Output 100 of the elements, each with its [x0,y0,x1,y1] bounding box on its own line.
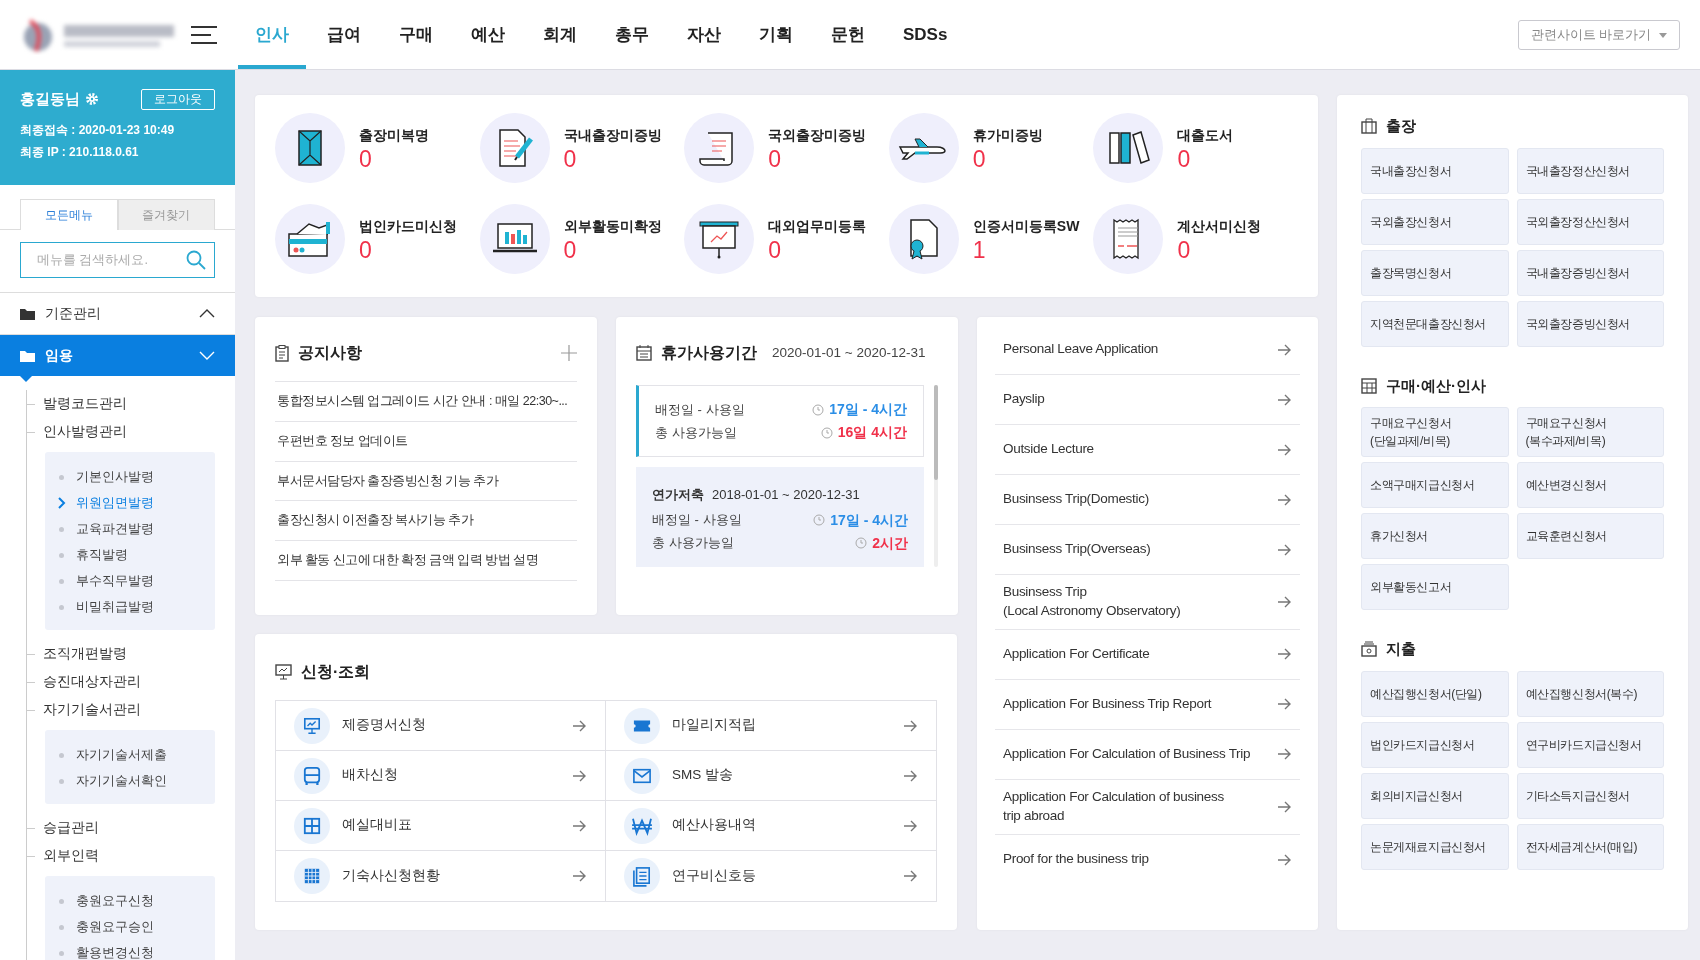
clock-icon [820,426,833,439]
bullet-icon [59,552,64,558]
stat-count[interactable]: 0 [563,237,662,265]
submenu-item[interactable]: 휴직발령 [76,545,128,565]
menu-item[interactable]: 조직개편발령 [27,640,235,668]
form-button[interactable]: 국내출장정산신청서 [1516,147,1664,194]
leave-value: 16일 4시간 [837,423,907,442]
form-button[interactable]: 휴가신청서 [1361,513,1509,559]
stat-count[interactable]: 0 [1177,146,1234,174]
notice-link[interactable]: 우편번호 정보 업데이트 [277,431,408,451]
nav-tab[interactable]: 급여 [310,4,378,69]
submenu-item[interactable]: 자기기술서제출 [76,745,167,765]
stat-count[interactable]: 0 [563,146,662,174]
menu-item[interactable]: 승진대상자관리 [27,668,235,696]
form-button[interactable]: 연구비카드지급신청서 [1516,721,1664,768]
quick-link[interactable]: Payslip [995,375,1300,425]
form-button[interactable]: 국외출장정산신청서 [1516,198,1664,245]
apply-link[interactable]: 마일리지적립 [606,701,936,751]
document-pen-icon [479,113,550,183]
apply-link[interactable]: 제증명서신청 [276,701,606,751]
menu-item[interactable]: 발령코드관리 [27,390,235,418]
nav-tab[interactable]: 문헌 [814,4,882,69]
nav-tab[interactable]: 총무 [598,4,666,69]
form-button[interactable]: 국내출장신청서 [1361,147,1509,194]
quick-link[interactable]: Application For Calculation of business trip abroad [995,779,1300,835]
related-sites-dropdown[interactable]: 관련사이트 바로가기 [1517,20,1680,50]
form-button[interactable]: 예산집행신청서(복수) [1516,670,1664,717]
notice-link[interactable]: 부서문서담당자 출장증빙신청 기능 추가 [277,471,499,491]
submenu-item[interactable]: 비밀취급발령 [76,597,154,617]
quick-link[interactable]: Outside Lecture [995,425,1300,475]
apply-link[interactable]: 예산사용내역 [606,801,936,851]
quick-link[interactable]: Application For Calculation of Business Trip [995,729,1300,780]
quick-link[interactable]: Businsess Trip (Local Astronomy Observatory) [995,575,1300,630]
plus-icon[interactable] [561,345,577,361]
apply-link[interactable]: 연구비신호등 [606,851,936,901]
stat-count[interactable]: 0 [768,237,867,265]
stat-count[interactable]: 0 [768,146,867,174]
section-title: 출장 [1386,116,1416,136]
form-button[interactable]: 외부활동신고서 [1361,564,1509,610]
form-button[interactable]: 전자세금계산서(매입) [1516,823,1664,870]
menu-item[interactable]: 인사발령관리 [27,418,235,446]
menu-icon[interactable] [190,24,218,45]
stat-count[interactable]: 0 [359,146,429,174]
form-button[interactable]: 국내출장증빙신청서 [1516,249,1664,296]
search-icon[interactable] [186,250,206,270]
menu-item[interactable]: 승급관리 [27,814,235,842]
submenu-item[interactable]: 충원요구신청 [76,891,154,911]
form-button[interactable]: 출장목명신청서 [1361,249,1509,296]
submenu-item[interactable]: 교육파견발령 [76,519,154,539]
stat-count[interactable]: 0 [972,146,1043,174]
form-button[interactable]: 소액구매지급신청서 [1361,462,1509,508]
notice-link[interactable]: 외부 활동 신고에 대한 확정 금액 입력 방법 설명 [277,551,539,570]
form-button[interactable]: 회의비지급신청서 [1361,772,1509,819]
form-button[interactable]: 기타소득지급신청서 [1516,772,1664,819]
form-button[interactable]: 구매요구신청서 (복수과제/비목) [1516,407,1664,457]
apply-link[interactable]: SMS 발송 [606,751,936,801]
form-button[interactable]: 국외출장증빙신청서 [1516,300,1664,347]
stat-count[interactable]: 0 [359,237,457,265]
form-button[interactable]: 교육훈련신청서 [1516,513,1664,559]
panel-title: 신청·조회 [301,662,371,682]
submenu-item[interactable]: 위원임면발령 [76,493,154,513]
submenu-item[interactable]: 기본인사발령 [76,467,154,487]
nav-tab[interactable]: SDSs [886,4,965,69]
form-button[interactable]: 예산변경신청서 [1516,462,1664,508]
submenu-item[interactable]: 자기기술서확인 [76,771,167,791]
quick-link[interactable]: Businsess Trip(Domestic) [995,475,1300,525]
form-button[interactable]: 법인카드지급신청서 [1361,721,1509,768]
quick-link[interactable]: Businsess Trip(Overseas) [995,525,1300,575]
quick-link[interactable]: Application For Certificate [995,629,1300,680]
stat-label: 법인카드미신청 [359,217,457,236]
notice-link[interactable]: 통합정보시스템 업그레이드 시간 안내 : 매일 22:30~... [277,392,568,411]
nav-tab[interactable]: 자산 [670,4,738,69]
submenu-item[interactable]: 활용변경신청 [76,943,154,960]
nav-tab[interactable]: 기획 [742,4,810,69]
stat-count[interactable]: 1 [972,237,1080,265]
nav-tab[interactable]: 구매 [382,4,450,69]
form-button[interactable]: 논문게재료지급신청서 [1361,823,1509,870]
nav-tab[interactable]: 예산 [454,4,522,69]
apply-link[interactable]: 기숙사신청현황 [276,851,606,901]
apply-link[interactable]: 배차신청 [276,751,606,801]
form-button[interactable]: 구매요구신청서 (단일과제/비목) [1361,407,1509,457]
form-button[interactable]: 국외출장신청서 [1361,198,1509,245]
menu-item[interactable]: 외부인력 [27,842,235,870]
submenu-item[interactable]: 부수직무발령 [76,571,154,591]
quick-link[interactable]: Personal Leave Application [995,325,1300,375]
form-button[interactable]: 예산집행신청서(단일) [1361,670,1509,717]
quick-link[interactable]: Proof for the business trip [995,834,1300,885]
scrollbar[interactable] [934,385,938,567]
search-box[interactable]: 메뉴를 검색하세요. [20,242,215,278]
notice-link[interactable]: 출장신청시 이전출장 복사기능 추가 [277,511,474,530]
stat-count[interactable]: 0 [1177,237,1262,265]
quick-link[interactable]: Application For Business Trip Report [995,679,1300,730]
leave-card-title: 연가저축 [652,486,704,504]
submenu-item[interactable]: 충원요구승인 [76,917,154,937]
menu-item[interactable]: 자기기술서관리 [27,696,235,724]
apply-link[interactable]: 예실대비표 [276,801,606,851]
sidebar-tab[interactable]: 모든메뉴 [20,199,118,230]
gear-icon[interactable] [85,92,99,107]
nav-tab[interactable]: 회계 [526,4,594,69]
form-button[interactable]: 지역천문대출장신청서 [1361,300,1509,347]
